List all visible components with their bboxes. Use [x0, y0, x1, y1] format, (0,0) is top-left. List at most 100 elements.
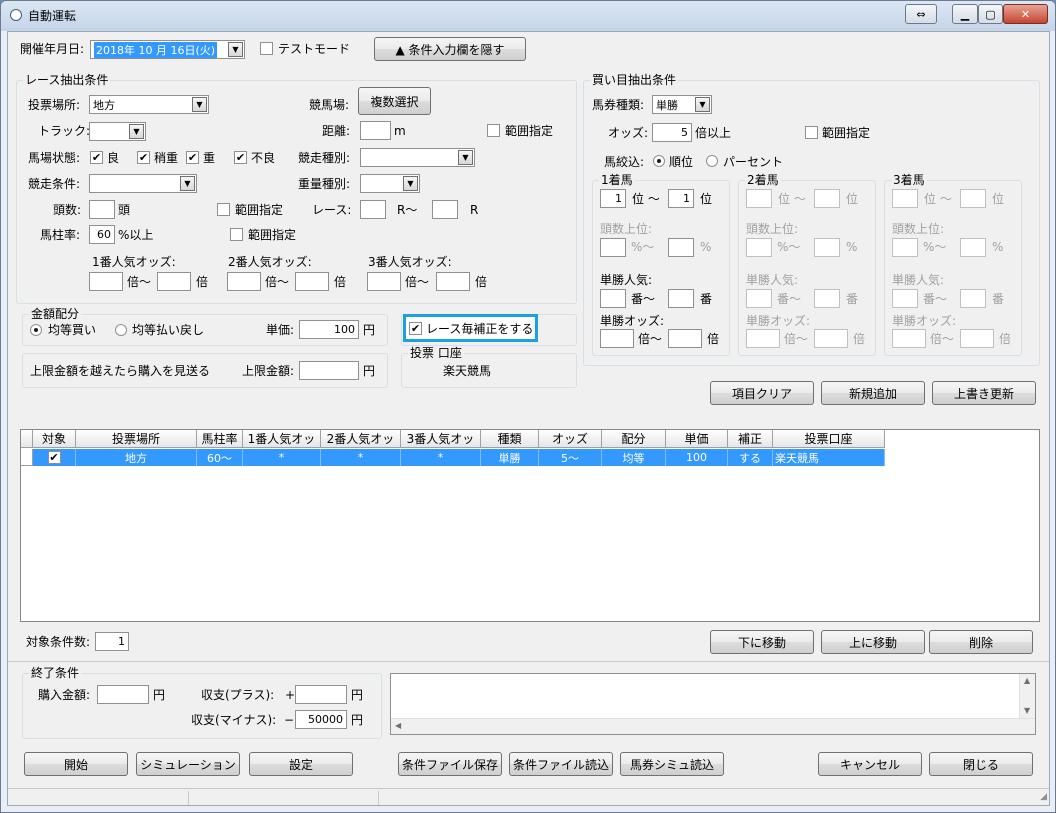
odds2-from-input[interactable]	[227, 272, 261, 291]
place2-pop-to-input[interactable]	[814, 289, 840, 308]
good-checkbox[interactable]: ✔	[90, 151, 103, 164]
column-header[interactable]: オッズ	[539, 430, 602, 448]
table-cell[interactable]: 楽天競馬	[773, 449, 885, 466]
equal-buy-radio[interactable]	[30, 324, 42, 336]
slightly-heavy-checkbox[interactable]: ✔	[137, 151, 150, 164]
log-textarea[interactable]: ▲ ▼ ◀	[390, 673, 1036, 735]
column-header[interactable]: 馬柱率	[197, 430, 243, 448]
table-cell[interactable]: 均等	[602, 449, 666, 466]
place3-pct-to-input[interactable]	[960, 238, 986, 257]
close-window-button[interactable]: ✕	[1003, 4, 1048, 24]
start-button[interactable]: 開始	[24, 752, 128, 776]
heads-input[interactable]	[89, 200, 115, 219]
odds2-to-input[interactable]	[295, 272, 329, 291]
place2-pop-from-input[interactable]	[746, 289, 772, 308]
scroll-left-icon[interactable]: ◀	[395, 721, 401, 730]
restore-arrows-button[interactable]: ⇔	[905, 4, 937, 24]
table-cell[interactable]: する	[728, 449, 773, 466]
load-conditions-file-button[interactable]: 条件ファイル読込	[509, 752, 613, 776]
scroll-up-icon[interactable]: ▲	[1024, 676, 1030, 685]
per-race-correction-checkbox[interactable]: ✔	[409, 322, 422, 335]
race-from-input[interactable]	[360, 200, 386, 219]
scroll-down-icon[interactable]: ▼	[1024, 706, 1030, 715]
place1-pop-from-input[interactable]	[600, 289, 626, 308]
place2-rank-to-input[interactable]	[814, 189, 840, 208]
minus-balance-input[interactable]: 50000	[295, 710, 347, 729]
place2-odds-from-input[interactable]	[746, 329, 780, 348]
move-up-button[interactable]: 上に移動	[821, 630, 925, 654]
clear-items-button[interactable]: 項目クリア	[710, 381, 814, 405]
venue-select[interactable]: 地方 ▼	[89, 95, 209, 114]
track-select[interactable]: ▼	[89, 122, 146, 141]
conditions-table[interactable]: 対象 投票場所 馬柱率 1番人気オッ 2番人気オッ 3番人気オッ 種類 オッズ …	[20, 429, 1040, 622]
percent-radio[interactable]	[706, 155, 718, 167]
heads-range-checkbox[interactable]	[217, 203, 230, 216]
race-type-select[interactable]: ▼	[360, 148, 475, 167]
table-cell[interactable]: *	[243, 449, 321, 466]
cancel-button[interactable]: キャンセル	[818, 752, 922, 776]
vertical-scrollbar[interactable]: ▲ ▼	[1019, 674, 1035, 718]
place2-pct-to-input[interactable]	[814, 238, 840, 257]
place1-pct-from-input[interactable]	[600, 238, 626, 257]
column-header[interactable]: 投票口座	[773, 430, 885, 448]
place1-rank-from-input[interactable]: 1	[600, 189, 626, 208]
table-cell[interactable]: 地方	[76, 449, 197, 466]
place3-rank-from-input[interactable]	[892, 189, 918, 208]
race-to-input[interactable]	[432, 200, 458, 219]
overwrite-button[interactable]: 上書き更新	[932, 381, 1036, 405]
odds-input[interactable]: 5	[652, 123, 692, 142]
maximize-button[interactable]: ▢	[978, 4, 1003, 24]
odds1-from-input[interactable]	[89, 272, 123, 291]
race-condition-select[interactable]: ▼	[89, 174, 197, 193]
test-mode-checkbox[interactable]	[260, 42, 273, 55]
place3-odds-from-input[interactable]	[892, 329, 926, 348]
odds3-to-input[interactable]	[436, 272, 470, 291]
bad-checkbox[interactable]: ✔	[234, 151, 247, 164]
place2-pct-from-input[interactable]	[746, 238, 772, 257]
equal-payout-radio[interactable]	[115, 324, 127, 336]
post-rate-range-checkbox[interactable]	[230, 228, 243, 241]
save-conditions-file-button[interactable]: 条件ファイル保存	[398, 752, 502, 776]
column-header[interactable]: 対象	[33, 430, 76, 448]
odds1-to-input[interactable]	[157, 272, 191, 291]
place3-odds-to-input[interactable]	[960, 329, 994, 348]
table-cell[interactable]: 100	[666, 449, 728, 466]
place3-rank-to-input[interactable]	[960, 189, 986, 208]
distance-input[interactable]	[360, 121, 391, 140]
odds3-from-input[interactable]	[367, 272, 401, 291]
column-header[interactable]: 種類	[481, 430, 539, 448]
hide-conditions-button[interactable]: ▲ 条件入力欄を隠す	[374, 37, 526, 61]
table-cell[interactable]: 単勝	[481, 449, 539, 466]
odds-range-checkbox[interactable]	[805, 126, 818, 139]
column-header[interactable]: 2番人気オッ	[321, 430, 401, 448]
settings-button[interactable]: 設定	[249, 752, 353, 776]
simulation-button[interactable]: シミュレーション	[136, 752, 240, 776]
limit-amount-input[interactable]	[299, 361, 359, 380]
multi-select-button[interactable]: 複数選択	[358, 87, 431, 115]
purchase-amount-input[interactable]	[97, 685, 149, 704]
column-header[interactable]: 配分	[602, 430, 666, 448]
resize-grip-icon[interactable]: ◢	[1040, 792, 1047, 802]
rank-radio[interactable]	[653, 155, 665, 167]
post-rate-input[interactable]: 60	[89, 225, 115, 244]
place1-odds-to-input[interactable]	[668, 329, 702, 348]
table-cell[interactable]: *	[401, 449, 481, 466]
place3-pop-to-input[interactable]	[960, 289, 986, 308]
place3-pop-from-input[interactable]	[892, 289, 918, 308]
table-row-target-cell[interactable]: ✔	[33, 449, 76, 466]
row-selector[interactable]	[21, 449, 33, 466]
ticket-type-select[interactable]: 単勝 ▼	[652, 95, 712, 114]
move-down-button[interactable]: 下に移動	[710, 630, 814, 654]
column-header[interactable]: 単価	[666, 430, 728, 448]
place1-pct-to-input[interactable]	[668, 238, 694, 257]
weight-type-select[interactable]: ▼	[360, 174, 420, 193]
place1-rank-to-input[interactable]: 1	[668, 189, 694, 208]
column-header[interactable]: 1番人気オッ	[243, 430, 321, 448]
place1-odds-from-input[interactable]	[600, 329, 634, 348]
distance-range-checkbox[interactable]	[487, 124, 500, 137]
column-header[interactable]: 補正	[728, 430, 773, 448]
horizontal-scrollbar[interactable]: ◀	[391, 718, 1035, 734]
column-header[interactable]: 3番人気オッ	[401, 430, 481, 448]
delete-button[interactable]: 削除	[929, 630, 1033, 654]
date-picker[interactable]: 2018年 10 月 16日(火) ▼	[90, 40, 245, 59]
